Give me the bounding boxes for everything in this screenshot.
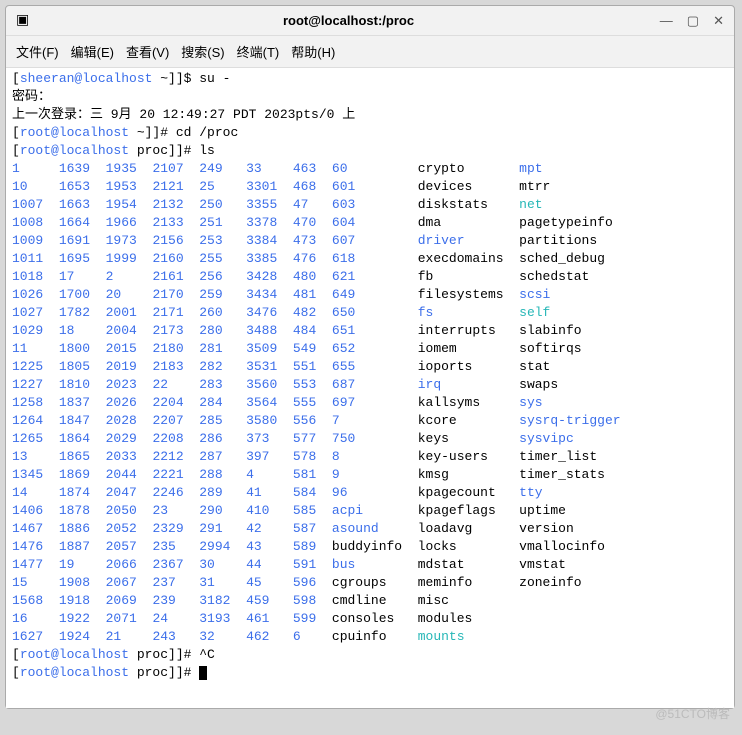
menu-edit[interactable]: 编辑(E)	[71, 42, 114, 61]
menu-terminal[interactable]: 终端(T)	[237, 42, 280, 61]
menu-search[interactable]: 搜索(S)	[181, 42, 224, 61]
titlebar[interactable]: ▣ root@localhost:/proc — ▢ ✕	[6, 6, 734, 36]
terminal-body[interactable]: [sheeran@localhost ~]]$ su -密码：上一次登录：三 9…	[6, 68, 734, 708]
minimize-button[interactable]: —	[660, 13, 673, 29]
close-button[interactable]: ✕	[713, 13, 724, 29]
menu-help[interactable]: 帮助(H)	[291, 42, 335, 61]
watermark: @51CTO博客	[655, 705, 730, 722]
window-buttons: — ▢ ✕	[660, 13, 724, 29]
maximize-button[interactable]: ▢	[687, 13, 699, 29]
menu-file[interactable]: 文件(F)	[16, 42, 59, 61]
menubar: 文件(F) 编辑(E) 查看(V) 搜索(S) 终端(T) 帮助(H)	[6, 36, 734, 68]
menu-view[interactable]: 查看(V)	[126, 42, 169, 61]
window-title: root@localhost:/proc	[37, 13, 660, 28]
terminal-icon: ▣	[16, 12, 29, 29]
terminal-window: ▣ root@localhost:/proc — ▢ ✕ 文件(F) 编辑(E)…	[5, 5, 735, 709]
